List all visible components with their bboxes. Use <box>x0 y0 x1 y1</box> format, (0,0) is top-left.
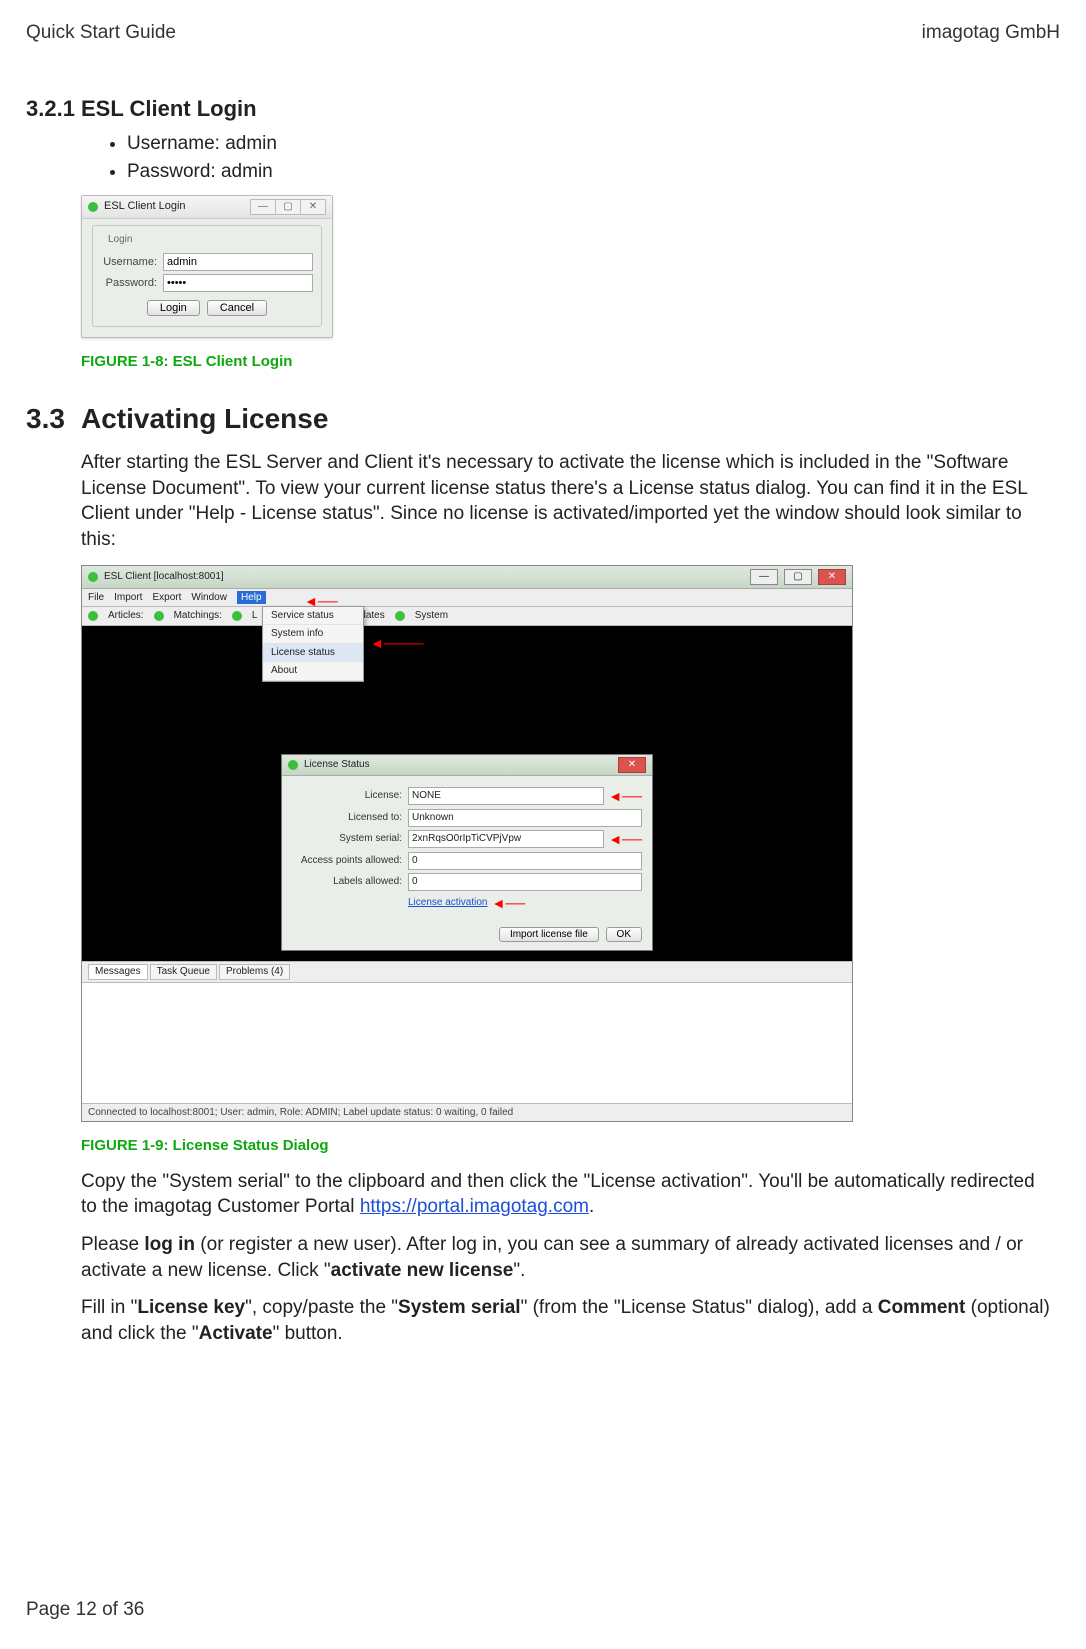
license-dialog-titlebar: License Status ✕ <box>282 755 652 776</box>
system-serial-value[interactable]: 2xnRqsO0rIpTiCVPjVpw <box>408 830 604 848</box>
paragraph-copy-serial: Copy the "System serial" to the clipboar… <box>81 1169 1054 1220</box>
menu-item-system-info[interactable]: System info <box>263 625 363 644</box>
status-dot-icon <box>154 611 164 621</box>
license-dialog-title: License Status <box>304 758 370 772</box>
status-matchings: Matchings: <box>174 609 222 623</box>
username-field[interactable] <box>163 253 313 271</box>
maximize-icon[interactable]: ▢ <box>276 199 301 215</box>
section-321-title: ESL Client Login <box>81 94 257 124</box>
section-33-title: Activating License <box>81 400 328 438</box>
section-321-heading: 3.2.1 ESL Client Login <box>26 94 1060 124</box>
app-title: ESL Client [localhost:8001] <box>104 570 224 584</box>
annotation-arrow-icon: ◄── <box>492 894 526 913</box>
tab-problems[interactable]: Problems (4) <box>219 964 290 980</box>
menu-help[interactable]: Help <box>237 591 266 605</box>
licensed-to-value: Unknown <box>408 809 642 827</box>
license-value: NONE <box>408 787 604 805</box>
client-canvas <box>82 626 852 754</box>
import-license-button[interactable]: Import license file <box>499 927 599 942</box>
login-group-label: Login <box>105 233 135 247</box>
menu-file[interactable]: File <box>88 591 104 605</box>
client-canvas <box>82 951 852 961</box>
minimize-icon[interactable]: — <box>750 569 778 585</box>
ok-button[interactable]: OK <box>606 927 642 942</box>
labels-allowed-value: 0 <box>408 873 642 891</box>
section-33-heading: 3.3 Activating License <box>26 400 1060 438</box>
password-label: Password: <box>101 276 157 291</box>
help-dropdown: Service status System info License statu… <box>262 606 364 682</box>
status-dot-icon <box>88 611 98 621</box>
menu-export[interactable]: Export <box>152 591 181 605</box>
labels-allowed-label: Labels allowed: <box>292 875 402 889</box>
status-dot-icon <box>395 611 405 621</box>
figure-1-9-caption: FIGURE 1-9: License Status Dialog <box>81 1136 1054 1156</box>
app-icon <box>288 760 298 770</box>
header-right: imagotag GmbH <box>922 20 1060 46</box>
licensed-to-label: Licensed to: <box>292 811 402 825</box>
annotation-arrow-icon: ◄── <box>608 830 642 849</box>
license-activation-link[interactable]: License activation <box>408 896 488 910</box>
figure-1-8-caption: FIGURE 1-8: ESL Client Login <box>81 352 1054 372</box>
app-icon <box>88 202 98 212</box>
menu-import[interactable]: Import <box>114 591 142 605</box>
menu-window[interactable]: Window <box>191 591 227 605</box>
app-icon <box>88 572 98 582</box>
section-321-number: 3.2.1 <box>26 94 81 124</box>
maximize-icon[interactable]: ▢ <box>784 569 812 585</box>
license-status-dialog: License Status ✕ License: NONE ◄── Licen… <box>281 754 653 952</box>
menu-item-license-status[interactable]: License status <box>263 644 363 663</box>
license-label: License: <box>292 789 402 803</box>
close-icon[interactable]: ✕ <box>301 199 326 215</box>
status-toolbar: Articles: Matchings: L Updates System <box>82 607 852 626</box>
page-footer: Page 12 of 36 <box>26 1597 144 1623</box>
window-controls: — ▢ ✕ <box>250 199 326 215</box>
messages-pane <box>82 982 852 1103</box>
annotation-arrow-icon: ◄── <box>608 787 642 806</box>
status-l: L <box>252 609 258 623</box>
tab-messages[interactable]: Messages <box>88 964 148 980</box>
login-button[interactable]: Login <box>147 300 200 316</box>
minimize-icon[interactable]: — <box>250 199 276 215</box>
system-serial-label: System serial: <box>292 832 402 846</box>
close-icon[interactable]: ✕ <box>618 757 646 773</box>
password-field[interactable] <box>163 274 313 292</box>
bottom-tabs: Messages Task Queue Problems (4) <box>82 961 852 982</box>
section-33-intro: After starting the ESL Server and Client… <box>81 450 1054 553</box>
paragraph-login: Please log in (or register a new user). … <box>81 1232 1054 1283</box>
login-credentials-list: Username: admin Password: admin <box>81 131 1054 184</box>
ap-allowed-label: Access points allowed: <box>292 854 402 868</box>
list-item: Password: admin <box>127 159 1054 185</box>
ap-allowed-value: 0 <box>408 852 642 870</box>
status-system: System <box>415 609 448 623</box>
status-dot-icon <box>232 611 242 621</box>
menubar: File Import Export Window Help <box>82 589 852 608</box>
close-icon[interactable]: ✕ <box>818 569 846 585</box>
app-statusbar: Connected to localhost:8001; User: admin… <box>82 1103 852 1122</box>
menu-item-about[interactable]: About <box>263 662 363 681</box>
paragraph-fill-in: Fill in "License key", copy/paste the "S… <box>81 1295 1054 1346</box>
list-item: Username: admin <box>127 131 1054 157</box>
header-left: Quick Start Guide <box>26 20 176 46</box>
section-33-number: 3.3 <box>26 400 81 438</box>
tab-task-queue[interactable]: Task Queue <box>150 964 217 980</box>
login-group: Login Username: Password: Login Cancel <box>92 225 322 328</box>
menu-item-service-status[interactable]: Service status <box>263 607 363 626</box>
username-label: Username: <box>101 255 157 270</box>
app-titlebar: ESL Client [localhost:8001] — ▢ ✕ <box>82 566 852 589</box>
login-dialog-titlebar: ESL Client Login — ▢ ✕ <box>82 196 332 219</box>
portal-link[interactable]: https://portal.imagotag.com <box>360 1196 589 1217</box>
page-header: Quick Start Guide imagotag GmbH <box>26 20 1060 46</box>
login-dialog: ESL Client Login — ▢ ✕ Login Username: P… <box>81 195 333 339</box>
login-dialog-title: ESL Client Login <box>104 199 186 214</box>
cancel-button[interactable]: Cancel <box>207 300 267 316</box>
status-articles: Articles: <box>108 609 144 623</box>
esl-client-window: ESL Client [localhost:8001] — ▢ ✕ File I… <box>81 565 853 1123</box>
